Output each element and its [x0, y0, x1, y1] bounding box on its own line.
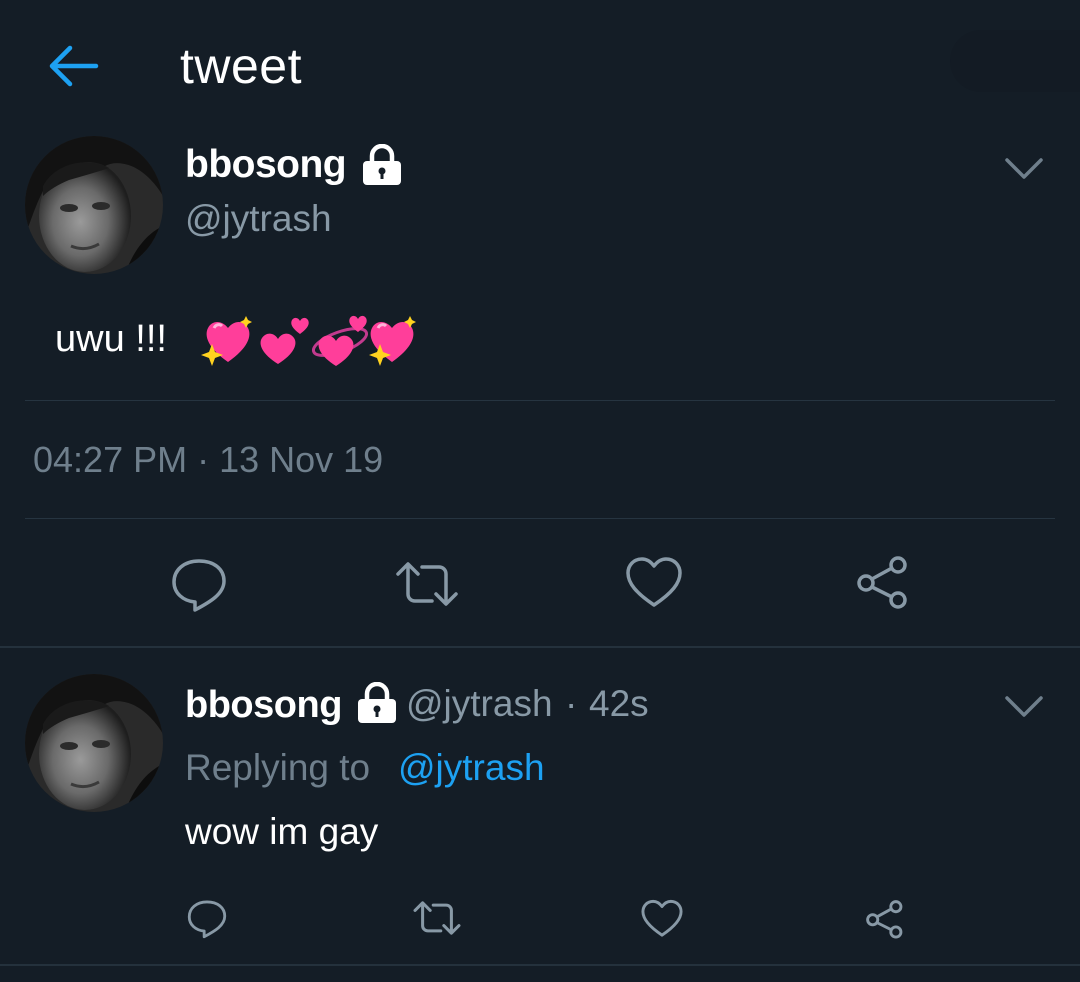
heart-icon: [641, 899, 683, 937]
retweet-icon: [413, 901, 461, 935]
chevron-down-icon: [1005, 158, 1043, 179]
top-bar: tweet: [0, 0, 1080, 130]
chevron-down-icon: [1005, 696, 1043, 717]
like-button[interactable]: [640, 898, 684, 940]
meta-separator: ·: [565, 683, 578, 724]
share-button[interactable]: [854, 553, 912, 611]
lock-icon: [360, 143, 404, 186]
divider: [25, 518, 1055, 519]
sparkling-heart-emoji: [369, 316, 416, 366]
retweet-button[interactable]: [394, 560, 460, 608]
user-handle[interactable]: @jytrash: [185, 196, 332, 242]
section-divider: [0, 964, 1080, 966]
back-button[interactable]: [46, 40, 104, 92]
tweet-menu-button[interactable]: [1004, 694, 1044, 720]
tweet-text: uwu !!!: [55, 318, 167, 360]
share-button[interactable]: [864, 897, 906, 941]
tweet-menu-button[interactable]: [1004, 156, 1044, 182]
share-icon: [857, 556, 907, 609]
tweet-timestamp: 04:27 PM · 13 Nov 19: [33, 439, 384, 480]
heart-icon: [626, 557, 682, 607]
reply-icon: [187, 900, 227, 939]
avatar[interactable]: [25, 136, 163, 274]
retweet-button[interactable]: [412, 899, 462, 937]
reply-time: 42s: [589, 683, 649, 724]
reply-icon: [172, 559, 226, 612]
sparkling-heart-emoji: [201, 316, 252, 366]
emoji-group: [200, 310, 420, 370]
avatar[interactable]: [25, 674, 163, 812]
replying-to-link[interactable]: @jytrash: [398, 745, 545, 791]
reply-button[interactable]: [168, 556, 230, 614]
revolving-hearts-emoji: [311, 315, 369, 366]
arrow-left-icon: [49, 45, 99, 87]
page-title: tweet: [180, 38, 303, 94]
replying-to-label: Replying to: [185, 747, 371, 788]
share-icon: [866, 900, 903, 939]
reply-button[interactable]: [185, 897, 229, 941]
divider: [25, 400, 1055, 401]
retweet-icon: [396, 562, 458, 606]
display-name[interactable]: bbosong: [185, 140, 347, 190]
lock-icon: [355, 681, 399, 724]
header-overlay: [950, 30, 1080, 92]
section-divider: [0, 646, 1080, 648]
user-handle[interactable]: @jytrash: [406, 681, 553, 727]
display-name[interactable]: bbosong: [185, 681, 342, 729]
like-button[interactable]: [624, 555, 684, 611]
tweet-detail-screen: tweet bbosong @jytrash uwu !!! 04:27 PM …: [0, 0, 1080, 982]
two-hearts-emoji: [260, 317, 309, 364]
tweet-text: wow im gay: [185, 811, 379, 852]
